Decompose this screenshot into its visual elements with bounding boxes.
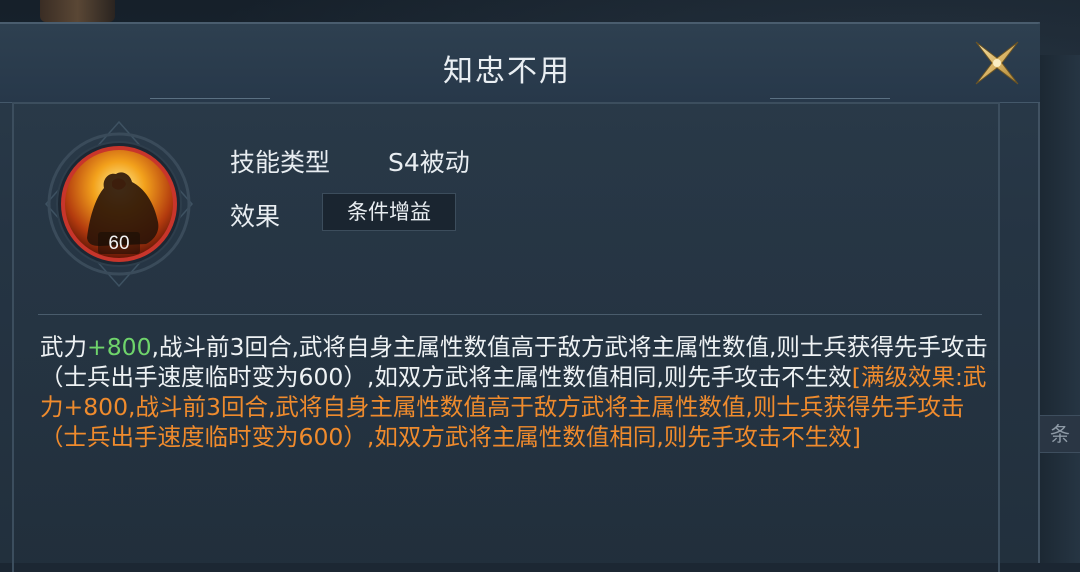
skill-level-text: 60: [108, 233, 129, 254]
description-bonus-value: +800: [87, 333, 152, 361]
dialog-header: 知忠不用: [0, 24, 1040, 103]
background-right-panel: [1040, 55, 1080, 563]
background-avatar-fragment: [40, 0, 115, 22]
skill-description: 武力+800,战斗前3回合,武将自身主属性数值高于敌方武将主属性数值,则士兵获得…: [40, 332, 990, 452]
section-divider: [38, 314, 982, 315]
description-text-start: 武力: [40, 333, 87, 361]
skill-icon: 60: [42, 118, 196, 290]
close-button[interactable]: [970, 36, 1024, 90]
effect-label: 效果: [230, 202, 281, 231]
description-text-rest: ,战斗前3回合,武将自身主属性数值高于敌方武将主属性数值,则士兵获得先手攻击（士…: [40, 333, 988, 391]
skill-dialog: 知忠不用: [0, 22, 1040, 572]
skill-portrait-icon: 60: [44, 120, 194, 288]
background-right-chip: 条: [1039, 415, 1080, 453]
effect-badge: 条件增益: [322, 193, 456, 231]
skill-type-value: S4被动: [388, 148, 470, 177]
dialog-title: 知忠不用: [443, 54, 571, 89]
skill-type-label: 技能类型: [230, 148, 331, 177]
close-icon: [975, 41, 1019, 85]
